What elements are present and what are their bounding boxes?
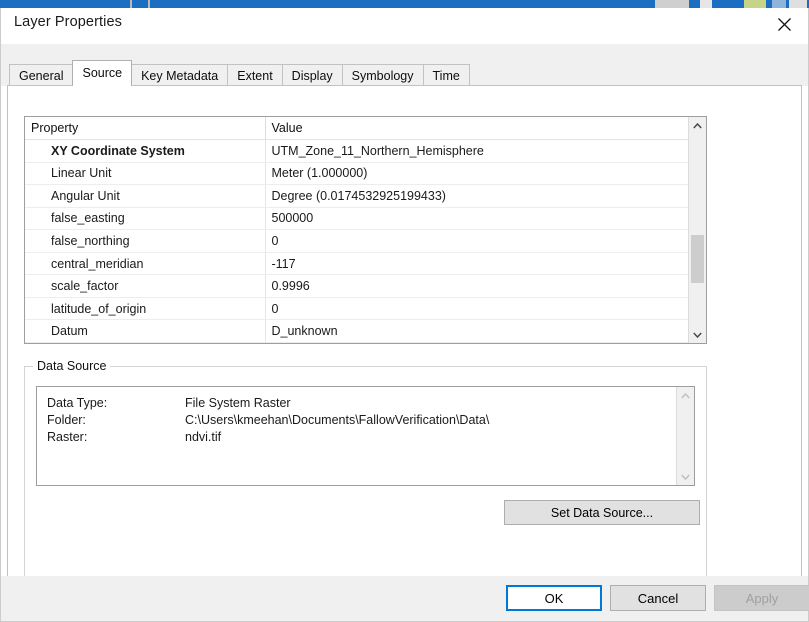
apply-button: Apply	[714, 585, 809, 611]
chevron-down-icon[interactable]	[689, 326, 706, 343]
background-window-strip	[0, 0, 809, 8]
background-chip	[655, 0, 689, 8]
property-name-cell: latitude_of_origin	[25, 297, 266, 321]
table-row[interactable]: XY Coordinate System UTM_Zone_11_Northern…	[25, 139, 688, 163]
background-chip	[130, 0, 132, 8]
property-value-cell: -117	[265, 252, 688, 276]
data-source-field-label: Data Type:	[47, 396, 108, 410]
table-row[interactable]: Angular Unit Degree (0.0174532925199433)	[25, 184, 688, 208]
source-tab-panel: Property Value XY Coordinate System UTM_Z…	[7, 85, 802, 598]
tab-time[interactable]: Time	[422, 64, 470, 86]
table-row[interactable]: Linear Unit Meter (1.000000)	[25, 162, 688, 186]
data-source-field-list: Data Type: File System Raster Folder: C:\Us…	[37, 387, 676, 485]
property-value-cell: Degree (0.0174532925199433)	[265, 184, 688, 208]
table-row[interactable]: latitude_of_origin 0	[25, 297, 688, 321]
property-value-cell: 500000	[265, 207, 688, 231]
scrollbar-thumb[interactable]	[691, 235, 704, 283]
property-name-cell: central_meridian	[25, 252, 266, 276]
data-source-scrollbar[interactable]	[676, 387, 694, 485]
property-name-cell: Linear Unit	[25, 162, 266, 186]
table-row[interactable]: false_easting 500000	[25, 207, 688, 231]
data-source-field-label: Raster:	[47, 430, 88, 444]
properties-table-container: Property Value XY Coordinate System UTM_Z…	[24, 116, 707, 344]
tab-display[interactable]: Display	[281, 64, 343, 86]
background-chip	[772, 0, 786, 8]
data-source-group: Data Source Data Type: File System Raster…	[24, 358, 707, 598]
data-source-field-value: C:\Users\kmeehan\Documents\FallowVerific…	[185, 413, 490, 427]
tab-key-metadata[interactable]: Key Metadata	[131, 64, 229, 86]
layer-properties-dialog: Layer Properties General Source Key Metada…	[0, 8, 809, 622]
properties-table-scrollbar[interactable]	[688, 117, 706, 343]
property-name-cell: false_easting	[25, 207, 266, 231]
tab-list: General Source Key Metadata Extent Display Sy…	[9, 60, 470, 86]
table-row[interactable]: central_meridian -117	[25, 252, 688, 276]
table-row[interactable]: scale_factor 0.9996	[25, 274, 688, 298]
set-data-source-button[interactable]: Set Data Source...	[504, 500, 700, 525]
property-name-cell: scale_factor	[25, 274, 266, 298]
data-source-field: Data Type: File System Raster	[47, 395, 676, 412]
cancel-button[interactable]: Cancel	[610, 585, 706, 611]
properties-table: Property Value XY Coordinate System UTM_Z…	[25, 117, 688, 343]
property-value-cell: UTM_Zone_11_Northern_Hemisphere	[265, 139, 688, 163]
table-row[interactable]: false_northing 0	[25, 229, 688, 253]
property-name-cell: XY Coordinate System	[25, 139, 266, 163]
chevron-up-icon[interactable]	[689, 117, 706, 134]
properties-table-body: XY Coordinate System UTM_Zone_11_Northern…	[25, 139, 688, 343]
property-name-cell: Datum	[25, 319, 266, 343]
data-source-field: Folder: C:\Users\kmeehan\Documents\Fallow…	[47, 412, 676, 429]
data-source-field-value: File System Raster	[185, 396, 291, 410]
property-value-cell: Meter (1.000000)	[265, 162, 688, 186]
window-title: Layer Properties	[14, 14, 122, 30]
chevron-down-icon[interactable]	[677, 468, 694, 485]
title-bar: Layer Properties	[1, 8, 808, 44]
data-source-field-value: ndvi.tif	[185, 430, 222, 444]
data-source-info-box: Data Type: File System Raster Folder: C:\Us…	[36, 386, 695, 486]
property-value-cell: 0	[265, 229, 688, 253]
chevron-up-icon[interactable]	[677, 387, 694, 404]
tab-strip: General Source Key Metadata Extent Display Sy…	[1, 44, 808, 86]
data-source-field: Raster: ndvi.tif	[47, 429, 676, 446]
background-chip	[744, 0, 766, 8]
property-value-cell: 0	[265, 297, 688, 321]
column-header-value: Value	[265, 117, 688, 140]
background-chip	[148, 0, 150, 8]
column-header-property: Property	[25, 117, 266, 140]
close-icon[interactable]	[762, 8, 806, 40]
tab-symbology[interactable]: Symbology	[341, 64, 424, 86]
data-source-field-label: Folder:	[47, 413, 86, 427]
background-chip	[700, 0, 712, 8]
background-chip	[789, 0, 807, 8]
tab-general[interactable]: General	[9, 64, 74, 86]
property-name-cell: false_northing	[25, 229, 266, 253]
table-row[interactable]: Datum D_unknown	[25, 319, 688, 343]
dialog-footer: OK Cancel Apply	[1, 576, 809, 621]
property-value-cell: 0.9996	[265, 274, 688, 298]
table-header-row: Property Value	[25, 117, 688, 140]
property-value-cell: D_unknown	[265, 319, 688, 343]
ok-button[interactable]: OK	[506, 585, 602, 611]
property-name-cell: Angular Unit	[25, 184, 266, 208]
group-box-legend: Data Source	[33, 358, 111, 374]
tab-extent[interactable]: Extent	[227, 64, 283, 86]
tab-source[interactable]: Source	[72, 60, 133, 86]
